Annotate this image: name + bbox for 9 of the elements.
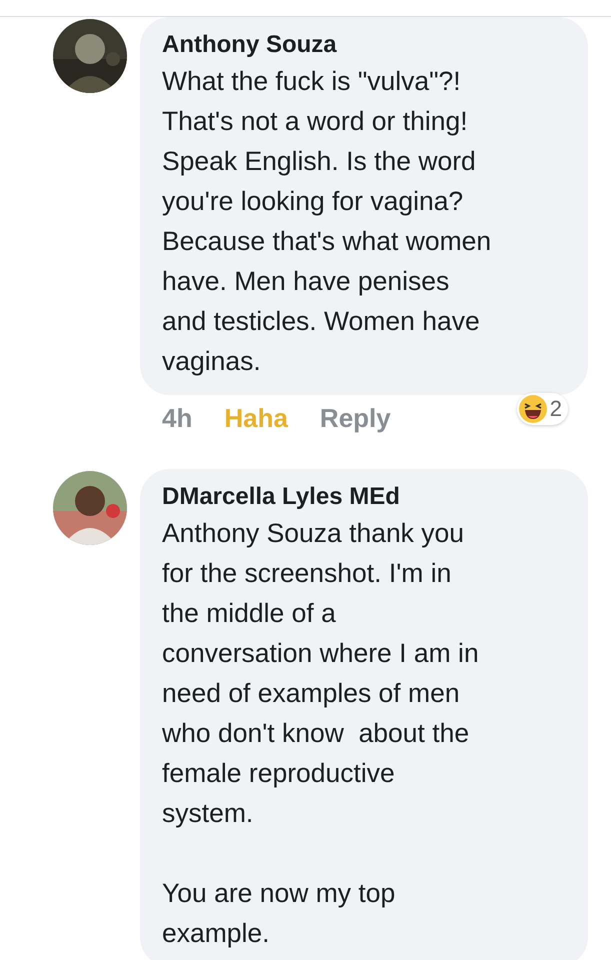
comment-text: Anthony Souza thank you for the screenshot. I'm in the middle of a conversation where I am in need of examples of men who don't know about the female reproductive system. You are now my top example.: [162, 517, 480, 950]
laughing-face-icon: [518, 394, 548, 424]
reaction-count[interactable]: 2: [516, 393, 568, 425]
timestamp: 4h: [162, 402, 192, 435]
count: 2: [550, 396, 562, 422]
author-name[interactable]: Anthony Souza: [162, 29, 568, 61]
comment-text: What the fuck is "vulva"?! That's not a word or thing! Speak English. Is the word you're looking for vagina? Because that's what women have. Men have penises and testicles. Women have vaginas.: [162, 65, 492, 378]
reply-button[interactable]: Reply: [320, 401, 391, 435]
author-name[interactable]: DMarcella Lyles MEd: [162, 481, 568, 513]
